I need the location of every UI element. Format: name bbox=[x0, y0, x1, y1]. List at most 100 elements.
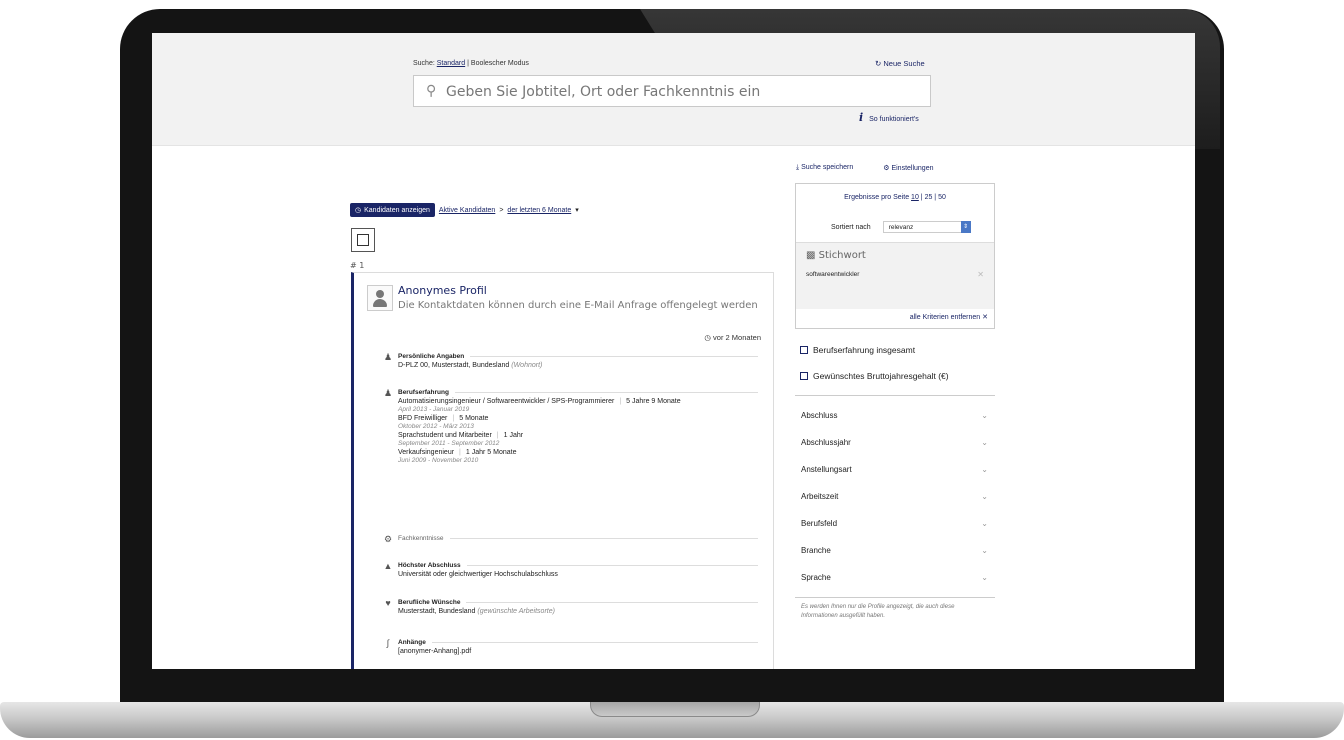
experience-item: Automatisierungsingenieur / Softwareentw… bbox=[398, 398, 681, 405]
mode-boolean-link[interactable]: Boolescher Modus bbox=[471, 60, 529, 67]
sort-row: Sortiert nach relevanz ⇕ bbox=[831, 221, 971, 233]
info-icon: i bbox=[859, 111, 864, 124]
show-candidates-button[interactable]: ◷ Kandidaten anzeigen bbox=[350, 203, 435, 217]
degree-section: ▲ Höchster Abschluss Universität oder gl… bbox=[384, 561, 758, 578]
accordion-berufsfeld[interactable]: Berufsfeld ⌄ bbox=[801, 519, 988, 528]
sidebar-actions: ⤓ Suche speichern ⚙ Einstellungen bbox=[796, 164, 933, 172]
degree-heading: Höchster Abschluss bbox=[398, 562, 758, 569]
person-icon: ♟ bbox=[383, 352, 393, 362]
clock-icon: ◷ bbox=[704, 333, 711, 342]
sidebar-divider bbox=[795, 395, 995, 396]
accordion-sprache[interactable]: Sprache ⌄ bbox=[801, 573, 988, 582]
clear-all-criteria-link[interactable]: alle Kriterien entfernen ✕ bbox=[910, 313, 988, 321]
new-search-link[interactable]: ↻ Neue Suche bbox=[875, 59, 925, 68]
laptop-notch bbox=[590, 702, 760, 717]
candidate-filter: ◷ Kandidaten anzeigen Aktive Kandidaten … bbox=[350, 203, 579, 217]
search-input[interactable] bbox=[444, 81, 918, 103]
new-search-label: Neue Suche bbox=[883, 59, 925, 68]
experience-section: ♟ Berufserfahrung Automatisierungsingeni… bbox=[384, 388, 758, 464]
experience-dates: September 2011 - September 2012 bbox=[398, 440, 500, 447]
accordion-abschlussjahr[interactable]: Abschlussjahr ⌄ bbox=[801, 438, 988, 447]
sort-select[interactable]: relevanz ⇕ bbox=[882, 221, 971, 233]
per-page-control: Ergebnisse pro Seite 10 | 25 | 50 bbox=[844, 194, 946, 201]
select-all-checkbox[interactable] bbox=[351, 228, 375, 252]
accordion-branche[interactable]: Branche ⌄ bbox=[801, 546, 988, 555]
chevron-down-icon: ⌄ bbox=[981, 492, 988, 501]
remove-keyword-icon[interactable]: ✕ bbox=[977, 270, 984, 279]
search-box[interactable]: ⚲ bbox=[413, 75, 931, 107]
accordion-arbeitszeit[interactable]: Arbeitszeit ⌄ bbox=[801, 492, 988, 501]
clock-icon: ◷ bbox=[355, 207, 362, 214]
chat-icon: ▩ bbox=[806, 250, 816, 261]
select-arrows-icon: ⇕ bbox=[960, 221, 971, 233]
save-search-button[interactable]: ⤓ Suche speichern bbox=[796, 164, 853, 172]
profile-time-label: vor 2 Monaten bbox=[713, 333, 761, 342]
period-dropdown[interactable]: der letzten 6 Monate bbox=[507, 207, 571, 214]
screen: Suche: Standard | Boolescher Modus ↻ Neu… bbox=[152, 33, 1195, 669]
experience-item: Sprachstudent und Mitarbeiter | 1 Jahr bbox=[398, 432, 524, 439]
result-options-box: Ergebnisse pro Seite 10 | 25 | 50 Sortie… bbox=[795, 183, 995, 329]
salary-filter[interactable]: Gewünschtes Bruttojahresgehalt (€) bbox=[800, 371, 949, 381]
chevron-down-icon: ⌄ bbox=[981, 573, 988, 582]
mode-standard-link[interactable]: Standard bbox=[437, 60, 465, 67]
wishes-value: Musterstadt, Bundesland (gewünschte Arbe… bbox=[398, 608, 555, 615]
checkbox-box-icon bbox=[357, 234, 369, 246]
mode-separator: | bbox=[467, 60, 469, 67]
howto-link[interactable]: i So funktioniert's bbox=[859, 111, 919, 124]
gear-icon: ⚙ bbox=[883, 165, 890, 172]
refresh-icon: ↻ bbox=[875, 59, 882, 68]
avatar bbox=[367, 285, 393, 311]
profile-title[interactable]: Anonymes Profil bbox=[398, 284, 487, 297]
attachments-section: ∫ Anhänge [anonymer-Anhang].pdf bbox=[387, 638, 758, 655]
experience-dates: April 2013 - Januar 2019 bbox=[398, 406, 470, 413]
gear-icon: ⚙ bbox=[383, 534, 393, 544]
breadcrumb-arrow: > bbox=[499, 206, 504, 214]
search-icon: ⚲ bbox=[426, 83, 437, 99]
chevron-down-icon: ⌄ bbox=[981, 519, 988, 528]
chevron-down-icon: ⌄ bbox=[981, 465, 988, 474]
experience-item: Verkaufsingenieur | 1 Jahr 5 Monate bbox=[398, 449, 517, 456]
sort-label: Sortiert nach bbox=[831, 223, 871, 231]
attachments-heading: Anhänge bbox=[398, 639, 758, 646]
chevron-down-icon: ⌄ bbox=[981, 546, 988, 555]
skills-heading: Fachkenntnisse bbox=[398, 535, 758, 542]
people-icon: ♟ bbox=[383, 388, 393, 398]
howto-label: So funktioniert's bbox=[869, 116, 919, 123]
attachment-link[interactable]: [anonymer-Anhang].pdf bbox=[398, 648, 728, 655]
keyword-value: softwareentwickler bbox=[806, 271, 860, 278]
sidebar-divider bbox=[795, 597, 995, 598]
settings-button[interactable]: ⚙ Einstellungen bbox=[883, 164, 933, 172]
candidate-card[interactable]: Anonymes Profil Die Kontaktdaten können … bbox=[351, 272, 774, 669]
sidebar-footnote: Es werden Ihnen nur die Profile angezeig… bbox=[801, 604, 955, 619]
show-candidates-label: Kandidaten anzeigen bbox=[364, 206, 430, 214]
heart-icon: ♥ bbox=[385, 598, 391, 608]
download-icon: ⤓ bbox=[796, 164, 800, 171]
paperclip-icon: ∫ bbox=[386, 638, 390, 648]
profile-subtitle: Die Kontaktdaten können durch eine E-Mai… bbox=[398, 300, 758, 311]
per-page-10[interactable]: 10 bbox=[911, 194, 919, 201]
per-page-50[interactable]: 50 bbox=[938, 194, 946, 201]
search-mode-line: Suche: Standard | Boolescher Modus bbox=[413, 60, 529, 67]
experience-item: BFD Freiwilliger | 5 Monate bbox=[398, 415, 489, 422]
personal-section: ♟ Persönliche Angaben D-PLZ 00, Musterst… bbox=[384, 352, 758, 369]
checkbox-icon bbox=[800, 372, 808, 380]
per-page-25[interactable]: 25 bbox=[925, 194, 933, 201]
chevron-down-icon: ⌄ bbox=[981, 411, 988, 420]
experience-total-filter[interactable]: Berufserfahrung insgesamt bbox=[800, 345, 915, 355]
personal-heading: Persönliche Angaben bbox=[398, 353, 758, 360]
skills-section: ⚙ Fachkenntnisse bbox=[384, 534, 758, 544]
experience-heading: Berufserfahrung bbox=[398, 389, 758, 396]
personal-value: D-PLZ 00, Musterstadt, Bundesland (Wohno… bbox=[398, 362, 543, 369]
wishes-heading: Berufliche Wünsche bbox=[398, 599, 758, 606]
degree-value: Universität oder gleichwertiger Hochschu… bbox=[398, 571, 558, 578]
accordion-anstellungsart[interactable]: Anstellungsart ⌄ bbox=[801, 465, 988, 474]
caret-down-icon: ▾ bbox=[575, 207, 579, 214]
active-candidates-link[interactable]: Aktive Kandidaten bbox=[439, 207, 495, 214]
accordion-abschluss[interactable]: Abschluss ⌄ bbox=[801, 411, 988, 420]
chevron-down-icon: ⌄ bbox=[981, 438, 988, 447]
keyword-area: ▩ Stichwort softwareentwickler ✕ bbox=[796, 242, 994, 309]
result-rank: # 1 bbox=[350, 261, 365, 270]
search-band: Suche: Standard | Boolescher Modus ↻ Neu… bbox=[152, 33, 1195, 146]
search-mode-prefix: Suche: bbox=[413, 60, 435, 67]
profile-time: ◷ vor 2 Monaten bbox=[704, 333, 761, 342]
